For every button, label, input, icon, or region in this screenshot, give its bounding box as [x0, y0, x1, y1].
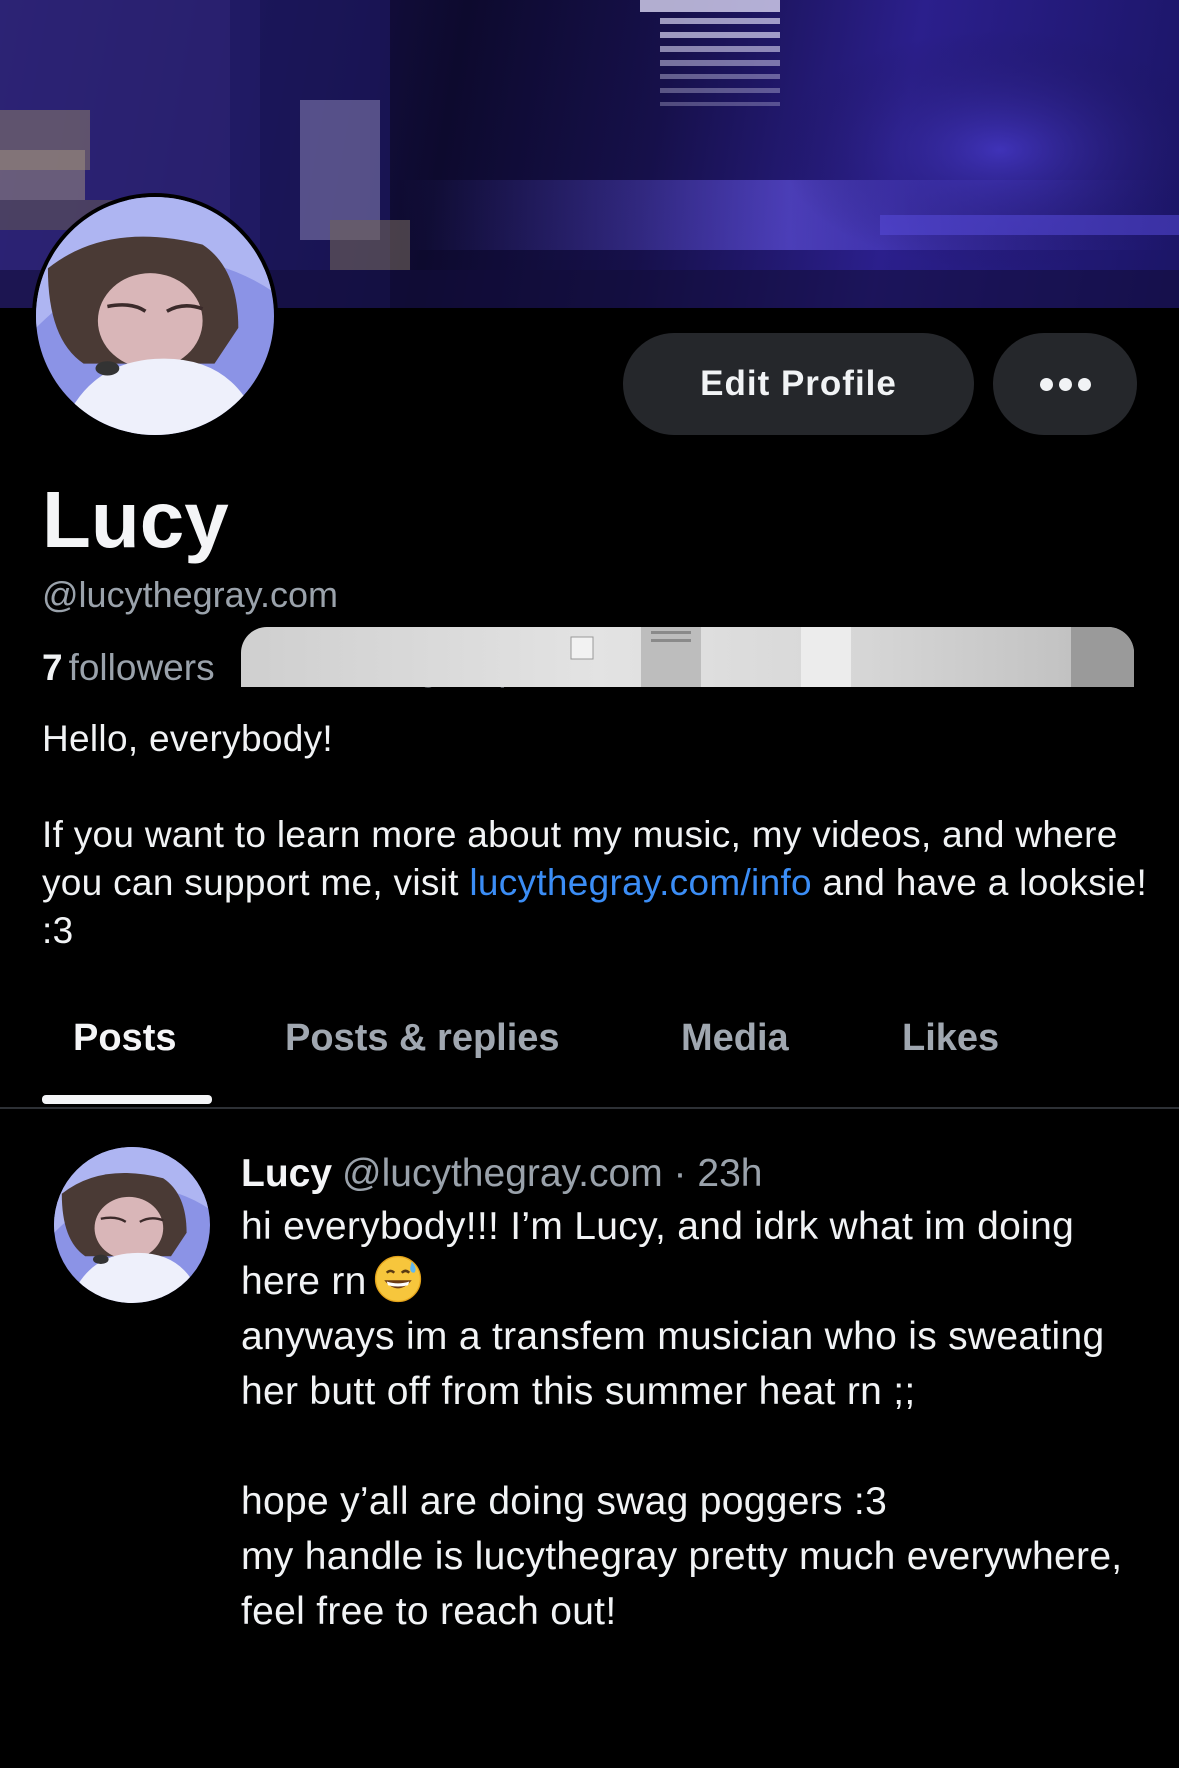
post-author-handle[interactable]: @lucythegray.com — [342, 1152, 663, 1195]
avatar-image — [36, 197, 274, 435]
post-text: hi everybody!!! I’m Lucy, and idrk what … — [241, 1199, 1146, 1639]
profile-avatar[interactable] — [32, 193, 278, 439]
post-text-line: anyways im a transfem musician who is sw… — [241, 1315, 1105, 1413]
bio-link[interactable]: lucythegray.com/info — [469, 862, 812, 903]
post-media-image[interactable] — [241, 627, 1134, 687]
tab-likes[interactable]: Likes — [902, 1000, 999, 1105]
post-separator: · — [673, 1152, 687, 1195]
avatar-image — [54, 1147, 210, 1303]
bio-paragraph: If you want to learn more about my music… — [42, 811, 1152, 955]
bio-line: Hello, everybody! — [42, 718, 333, 759]
post-header: Lucy @lucythegray.com · 23h — [241, 1149, 1146, 1199]
tab-posts-and-replies[interactable]: Posts & replies — [285, 1000, 560, 1105]
profile-bio: Hello, everybody! If you want to learn m… — [42, 715, 1152, 955]
followers-label: followers — [68, 647, 215, 688]
more-options-button[interactable] — [993, 333, 1137, 435]
post-text-line: hi everybody!!! I’m Lucy, and idrk what … — [241, 1205, 1075, 1303]
post-body: Lucy @lucythegray.com · 23h hi everybody!… — [241, 1149, 1146, 1639]
post-author-avatar[interactable] — [54, 1147, 210, 1303]
grinning-face-with-sweat-emoji — [374, 1255, 421, 1303]
post-text-line: my handle is lucythegray pretty much eve… — [241, 1535, 1123, 1633]
feed-post[interactable]: Lucy @lucythegray.com · 23h hi everybody!… — [0, 1109, 1179, 1768]
profile-tabs: Posts Posts & replies Media Likes — [0, 1000, 1179, 1109]
edit-profile-button[interactable]: Edit Profile — [623, 333, 974, 435]
profile-handle: @lucythegray.com — [42, 574, 338, 615]
media-image — [570, 627, 1134, 687]
active-tab-indicator — [42, 1095, 212, 1104]
post-timestamp[interactable]: 23h — [697, 1152, 762, 1195]
followers-count: 7 — [42, 647, 63, 688]
profile-display-name: Lucy — [42, 475, 229, 564]
post-text-line: hope y’all are doing swag poggers :3 — [241, 1480, 888, 1523]
ellipsis-icon — [1039, 377, 1091, 391]
post-author-name[interactable]: Lucy — [241, 1152, 332, 1195]
edit-profile-label: Edit Profile — [700, 364, 897, 403]
followers-stat[interactable]: 7 followers — [42, 644, 215, 692]
tab-media[interactable]: Media — [681, 1000, 789, 1105]
tab-posts[interactable]: Posts — [73, 1000, 176, 1105]
